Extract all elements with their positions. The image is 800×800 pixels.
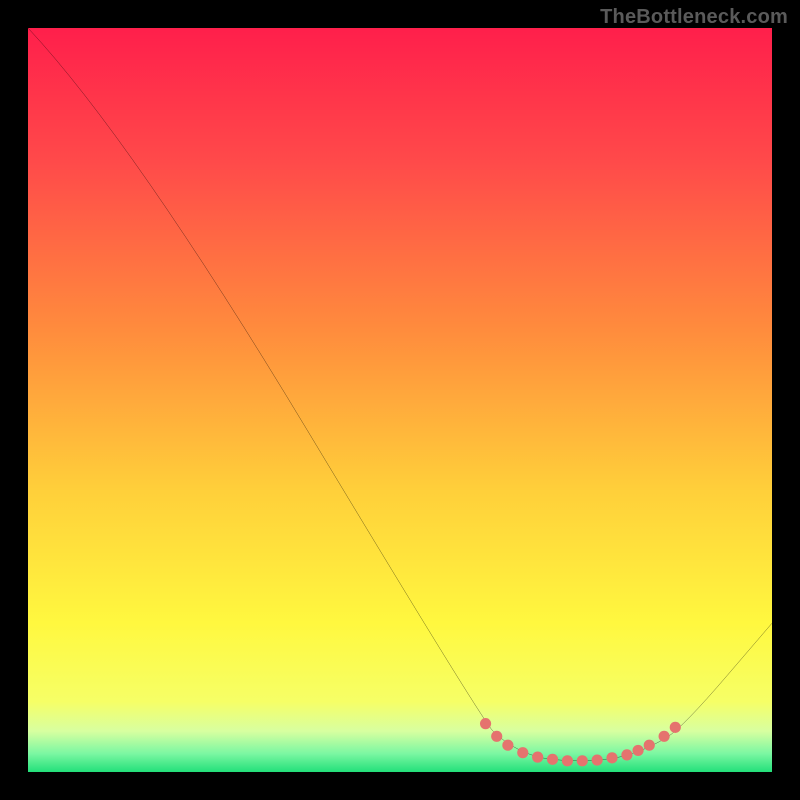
marker-dot <box>592 755 603 766</box>
marker-dot <box>502 740 513 751</box>
marker-dot <box>670 722 681 733</box>
marker-dot <box>517 747 528 758</box>
marker-dot <box>659 731 670 742</box>
marker-dot <box>577 755 588 766</box>
marker-dot <box>621 749 632 760</box>
chart-stage: TheBottleneck.com <box>0 0 800 800</box>
watermark-text: TheBottleneck.com <box>600 6 788 29</box>
marker-dot <box>644 740 655 751</box>
gradient-background <box>28 28 772 772</box>
marker-dot <box>480 718 491 729</box>
marker-dot <box>532 752 543 763</box>
marker-dot <box>562 755 573 766</box>
marker-dot <box>633 745 644 756</box>
marker-dot <box>491 731 502 742</box>
bottleneck-chart <box>28 28 772 772</box>
marker-dot <box>606 752 617 763</box>
marker-dot <box>547 754 558 765</box>
